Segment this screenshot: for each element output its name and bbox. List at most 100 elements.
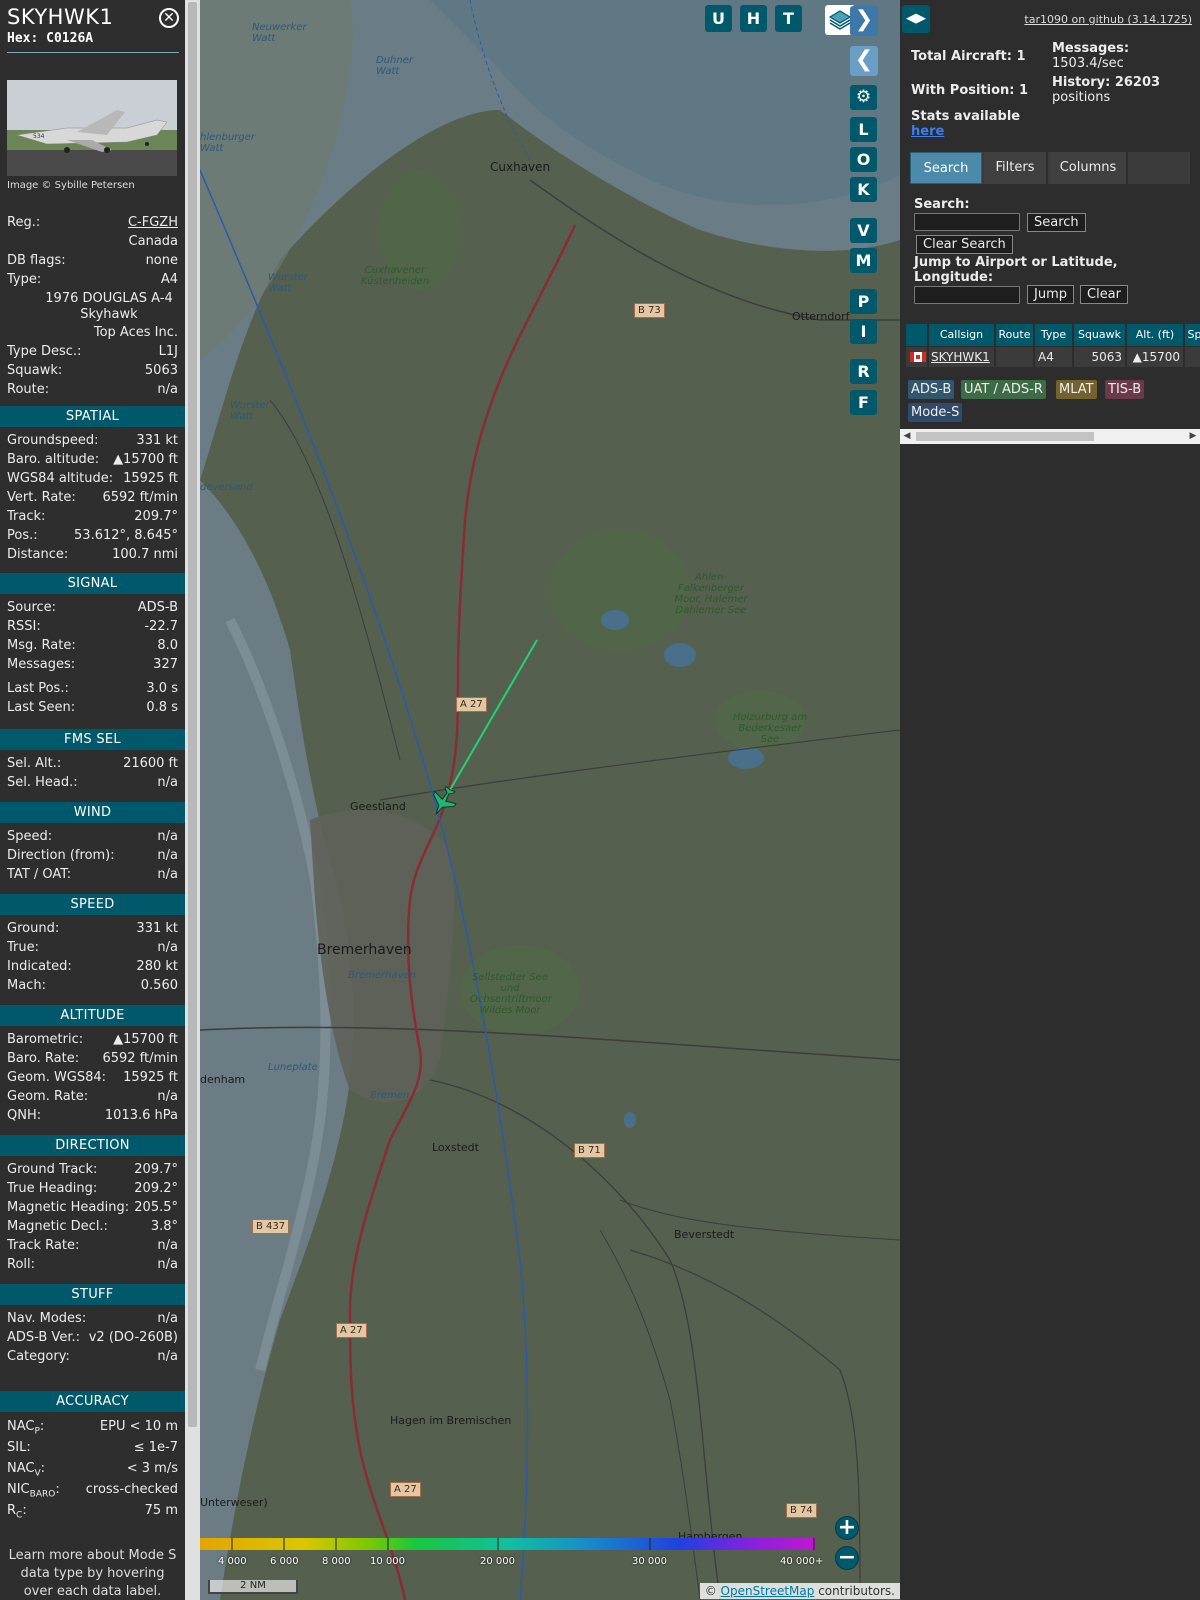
canada-flag-icon [910,352,926,362]
direction-row: Roll: n/a [7,1257,178,1276]
map-button-h[interactable]: H [740,5,767,32]
svg-text:534: 534 [33,133,45,140]
search-input[interactable] [914,213,1020,231]
section-header-speed: SPEED [0,894,185,915]
spatial-row: Distance: 100.7 nmi [7,547,178,566]
zoom-out-icon[interactable]: − [835,1546,859,1570]
registration-link[interactable]: C-FGZH [128,215,178,230]
type-desc-row: Type Desc.: L1J [7,344,178,359]
spatial-value: 53.612°, 8.645° [74,528,178,543]
clear-jump-button[interactable]: Clear [1080,285,1128,304]
sidebar-panel: ◀▶ tar1090 on github (3.14.1725) Total A… [900,0,1200,1600]
info-scrollbar-thumb[interactable] [188,2,197,1427]
table-header-flag[interactable] [906,324,928,346]
map-label-unterweser: Unterweser) [200,1496,268,1509]
section-header-direction: DIRECTION [0,1135,185,1156]
color-bar-label: 6 000 [270,1556,299,1567]
direction-label: Magnetic Heading: [7,1200,130,1215]
table-header-squawk[interactable]: Squawk [1074,324,1126,346]
map-button-r[interactable]: R [850,359,877,384]
direction-row: Ground Track: 209.7° [7,1162,178,1181]
table-header-type[interactable]: Type [1035,324,1073,346]
clear-search-button[interactable]: Clear Search [916,235,1013,254]
accuracy-value: ≤ 1e-7 [133,1440,178,1455]
chevron-left-icon[interactable]: ❮ [850,46,878,76]
table-header-speed[interactable]: Sp [1185,324,1200,346]
expand-collapse-arrows-icon[interactable]: ◀▶ [902,5,930,33]
stuff-value: v2 (DO-260B) [88,1330,178,1345]
close-icon[interactable]: ✕ [159,8,179,28]
accuracy-value: 75 m [144,1503,178,1518]
table-cell-flag [906,347,928,367]
stats-available: Stats available [911,109,1021,124]
stats-here-link[interactable]: here [911,124,944,139]
chevron-right-icon[interactable]: ❯ [850,6,878,36]
table-header-altitude[interactable]: Alt. (ft) [1127,324,1184,346]
map-base [200,0,900,1600]
section-header-accuracy: ACCURACY [0,1391,185,1412]
horizontal-scrollbar-thumb[interactable] [916,432,1094,441]
direction-label: Roll: [7,1257,36,1272]
spatial-label: Track: [7,509,46,524]
legend-adsb: ADS-B [908,380,955,399]
zoom-in-icon[interactable]: + [835,1516,859,1540]
table-header-callsign[interactable]: Callsign [929,324,995,346]
info-panel-scrollbar[interactable] [185,0,200,1600]
table-horizontal-scrollbar[interactable]: ◀ ▶ [900,429,1200,444]
scroll-right-icon[interactable]: ▶ [1186,429,1200,444]
map-label-ahlen: Ahlen-Falkenberger Moor, Halemer Dahleme… [674,572,748,616]
openstreetmap-link[interactable]: OpenStreetMap [721,1584,815,1598]
altitude-row: Geom. WGS84: 15925 ft [7,1070,178,1089]
signal-label: Last Seen: [7,700,76,715]
altitude-label: Baro. Rate: [7,1051,80,1066]
search-button[interactable]: Search [1027,213,1086,232]
map-label-loxstedt: Loxstedt [432,1141,479,1154]
accuracy-row: NICBARO: cross-checked [7,1482,178,1501]
jump-button[interactable]: Jump [1027,285,1074,304]
table-header-route[interactable]: Route [996,324,1034,346]
map-button-u[interactable]: U [705,5,732,32]
map-label-hagen: Hagen im Bremischen [390,1414,512,1427]
spatial-label: Vert. Rate: [7,490,76,505]
map-button-o[interactable]: O [850,147,877,172]
direction-row: Track Rate: n/a [7,1238,178,1257]
jump-input[interactable] [914,286,1020,304]
map-button-f[interactable]: F [850,390,877,415]
legend-modes: Mode-S [908,403,963,422]
accuracy-label: RC: [7,1503,27,1521]
spatial-row: Vert. Rate: 6592 ft/min [7,490,178,509]
table-cell-callsign[interactable]: SKYHWK1 [929,347,995,367]
spatial-value: 209.7° [134,509,178,524]
direction-value: 205.5° [134,1200,178,1215]
color-bar-label: 8 000 [322,1556,351,1567]
speed-value: 280 kt [136,959,178,974]
scroll-left-icon[interactable]: ◀ [900,429,914,444]
tab-filters[interactable]: Filters [984,152,1048,184]
map-button-l[interactable]: L [850,117,877,142]
direction-value: n/a [157,1238,178,1253]
aircraft-photo[interactable]: 534 [7,80,177,176]
map-button-m[interactable]: M [850,248,877,273]
direction-label: True Heading: [7,1181,98,1196]
map-button-v[interactable]: V [850,218,877,243]
map-button-i[interactable]: I [850,319,877,344]
aircraft-operator: Top Aces Inc. [93,325,178,340]
map-button-t[interactable]: T [775,5,802,32]
legend-tisb: TIS-B [1105,380,1145,399]
table-cell-speed [1185,347,1200,367]
history-label: History: 26203 [1052,75,1161,90]
aircraft-info-panel: SKYHWK1 Hex: C0126A ✕ 534 Image © Sybill… [0,0,185,1600]
map-button-p[interactable]: P [850,289,877,314]
tab-columns[interactable]: Columns [1050,152,1128,184]
signal-label: Last Pos.: [7,681,69,696]
altitude-value: ▲15700 ft [113,1032,178,1047]
tab-search[interactable]: Search [910,152,982,184]
map-button-k[interactable]: K [850,177,877,202]
signal-value: 327 [153,657,178,672]
direction-value: n/a [157,1257,178,1272]
settings-gear-icon[interactable]: ⚙ [850,85,877,110]
version-link[interactable]: tar1090 on github (3.14.1725) [1024,13,1192,26]
map-view[interactable]: Cuxhaven Otterndorf Geestland Bremerhave… [200,0,900,1600]
spatial-label: Baro. altitude: [7,452,100,467]
legend-mlat: MLAT [1056,380,1097,399]
